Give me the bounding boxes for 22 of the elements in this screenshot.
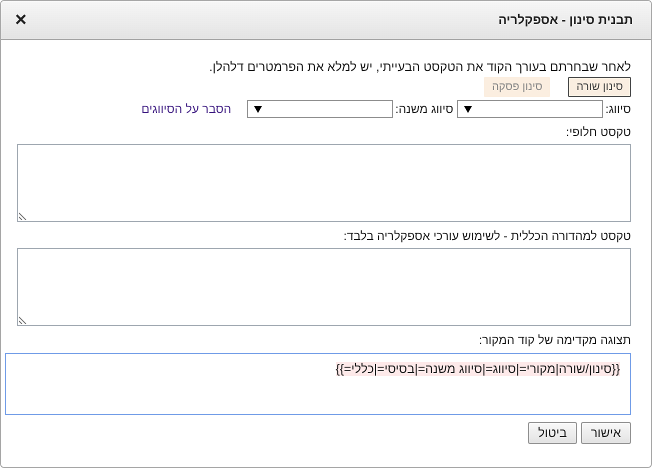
close-button[interactable]: × <box>13 10 29 30</box>
classification-label: סיווג: <box>605 102 631 116</box>
subclassification-dropdown[interactable] <box>247 100 394 118</box>
caret-icon <box>464 106 472 112</box>
instructions-text: לאחר שבחרתם בעורך הקוד את הטקסט הבעייתי, יש למלא את הפרמטרים דלהלן. <box>208 59 631 75</box>
classification-dropdown[interactable] <box>457 100 604 118</box>
subclassification-label: סיווג משנה: <box>395 102 454 116</box>
resize-grip-icon <box>19 210 29 220</box>
dialog-button[interactable]: אישור <box>580 422 631 444</box>
text-area[interactable] <box>17 144 631 222</box>
mode-toggle[interactable]: סינון שורה <box>568 77 631 97</box>
text-area[interactable] <box>17 248 631 326</box>
preview-label: תצוגה מקדימה של קוד המקור: <box>478 333 631 347</box>
resize-grip-icon <box>19 314 29 324</box>
field-label: טקסט חלופי: <box>564 125 631 139</box>
caret-icon <box>254 106 262 112</box>
window-title: תבנית סינון - אספקלריה <box>498 13 633 27</box>
source-code-text: {{סינון/שורה|מקורי=|סיווג=|סיווג משנה=|בסיסי=|כללי=}} <box>336 362 620 376</box>
source-preview-box[interactable]: {{סינון/שורה|מקורי=|סיווג=|סיווג משנה=|בסיסי=|כללי=}} <box>5 353 631 415</box>
help-link[interactable]: הסבר על הסיווגים <box>141 102 232 116</box>
dialog-button[interactable]: ביטול <box>528 422 577 444</box>
field-label: טקסט למהדורה הכללית - לשימוש עורכי אספקלריה בלבד: <box>342 229 631 243</box>
